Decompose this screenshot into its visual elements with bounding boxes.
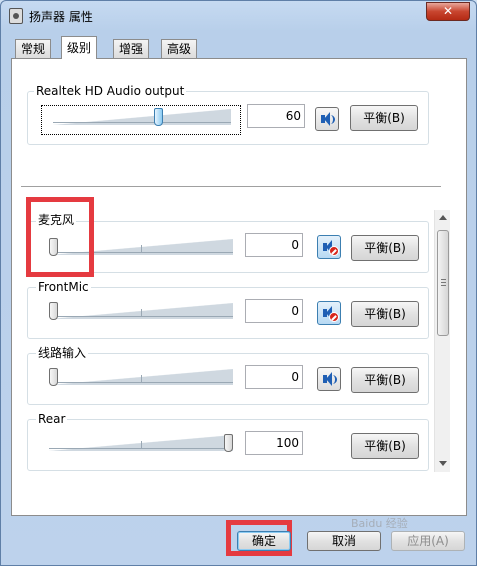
speaker-app-icon — [9, 8, 23, 24]
close-button[interactable]: ✕ — [426, 2, 470, 21]
tab-enhancements[interactable]: 增强 — [113, 39, 150, 58]
apply-button[interactable]: 应用(A) — [391, 531, 465, 551]
watermark: Baidu 经验 — [351, 517, 408, 530]
scrollbar[interactable] — [434, 210, 450, 472]
mic-volume-value[interactable]: 0 — [245, 233, 303, 257]
mic-highlight-box — [26, 197, 94, 277]
tab-advanced[interactable]: 高级 — [161, 39, 198, 58]
scroll-down-icon[interactable] — [439, 461, 447, 466]
slider-thumb[interactable] — [154, 108, 163, 126]
output-mute-toggle[interactable] — [315, 107, 339, 131]
title-bar[interactable]: 扬声器 属性 ✕ — [1, 1, 476, 31]
cancel-button[interactable]: 取消 — [307, 531, 381, 551]
output-volume-value[interactable]: 60 — [247, 104, 305, 128]
slider-thumb[interactable] — [49, 368, 58, 386]
mic-mute-toggle[interactable] — [317, 235, 341, 259]
frontmic-mute-toggle[interactable] — [317, 301, 341, 325]
output-balance-button[interactable]: 平衡(B) — [350, 105, 418, 131]
linein-mute-toggle[interactable] — [317, 367, 341, 391]
frontmic-volume-slider[interactable] — [49, 301, 233, 321]
linein-volume-value[interactable]: 0 — [245, 365, 303, 389]
scroll-up-icon[interactable] — [439, 215, 447, 220]
linein-group-label: 线路输入 — [36, 346, 89, 360]
rear-group-label: Rear — [36, 412, 68, 426]
linein-balance-button[interactable]: 平衡(B) — [351, 367, 419, 393]
separator — [21, 186, 441, 188]
frontmic-group-label: FrontMic — [36, 280, 91, 294]
frontmic-balance-button[interactable]: 平衡(B) — [351, 301, 419, 327]
window-title: 扬声器 属性 — [29, 10, 93, 24]
rear-volume-value[interactable]: 100 — [245, 431, 303, 455]
properties-window: 扬声器 属性 ✕ 常规 级别 增强 高级 Realtek HD Audio ou… — [0, 0, 477, 566]
rear-volume-slider[interactable] — [49, 433, 233, 453]
tab-levels[interactable]: 级别 — [61, 36, 98, 59]
frontmic-volume-value[interactable]: 0 — [245, 299, 303, 323]
tab-general[interactable]: 常规 — [15, 39, 52, 58]
slider-thumb[interactable] — [224, 434, 233, 452]
output-volume-slider[interactable] — [53, 107, 231, 127]
rear-balance-button[interactable]: 平衡(B) — [351, 433, 419, 459]
slider-thumb[interactable] — [49, 302, 58, 320]
scroll-thumb[interactable] — [437, 230, 449, 336]
ok-button[interactable]: 确定 — [237, 531, 291, 551]
mic-balance-button[interactable]: 平衡(B) — [351, 235, 419, 261]
linein-volume-slider[interactable] — [49, 367, 233, 387]
output-group-label: Realtek HD Audio output — [34, 84, 187, 98]
